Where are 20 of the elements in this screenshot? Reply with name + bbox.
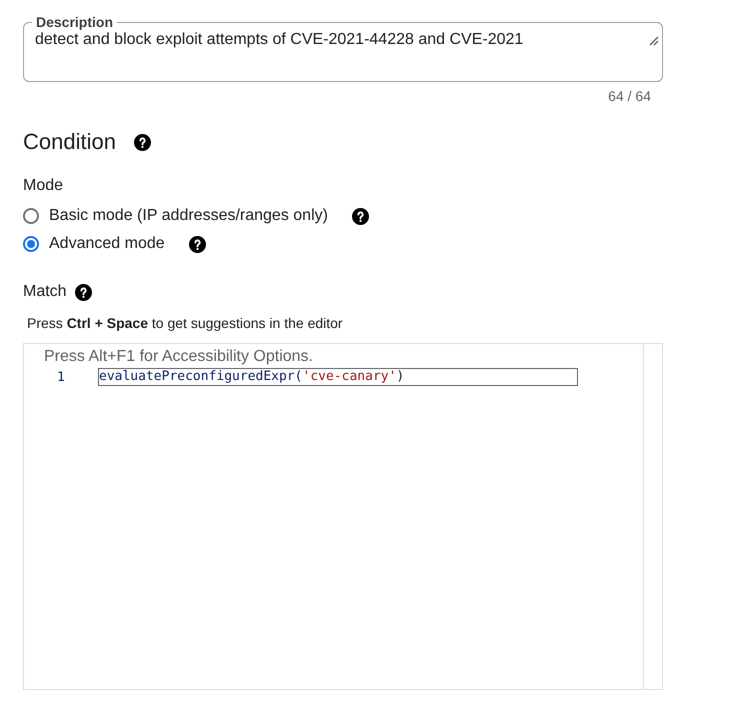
code-editor[interactable]: Press Alt+F1 for Accessibility Options. 1 evaluatePreconfiguredExpr('cve-canary') bbox=[23, 343, 663, 690]
radio-label[interactable]: Advanced mode bbox=[49, 235, 165, 253]
help-icon[interactable] bbox=[188, 236, 206, 252]
description-value: detect and block exploit attempts of CVE-2021-44228 and CVE-2021 bbox=[35, 31, 524, 49]
line-number: 1 bbox=[56, 370, 66, 384]
accessibility-hint: Press Alt+F1 for Accessibility Options. bbox=[43, 348, 314, 366]
help-icon[interactable] bbox=[352, 208, 369, 224]
description-field[interactable]: Description detect and block exploit attempts of CVE-2021-44228 and CVE-2021 bbox=[23, 14, 663, 82]
radio-button[interactable] bbox=[23, 236, 39, 252]
resize-handle-icon[interactable] bbox=[649, 36, 659, 46]
help-icon[interactable] bbox=[134, 134, 151, 150]
mode-label: Mode bbox=[23, 177, 64, 195]
radio-label[interactable]: Basic mode (IP addresses/ranges only) bbox=[49, 207, 328, 225]
section-title: Condition bbox=[23, 129, 116, 155]
field-label: Description bbox=[35, 14, 114, 31]
character-counter: 64 / 64 bbox=[608, 88, 651, 104]
editor-hint: Press Ctrl + Space to get suggestions in the editor bbox=[27, 315, 344, 331]
match-label: Match bbox=[23, 283, 67, 301]
radio-button[interactable] bbox=[23, 208, 39, 224]
help-icon[interactable] bbox=[74, 284, 92, 300]
